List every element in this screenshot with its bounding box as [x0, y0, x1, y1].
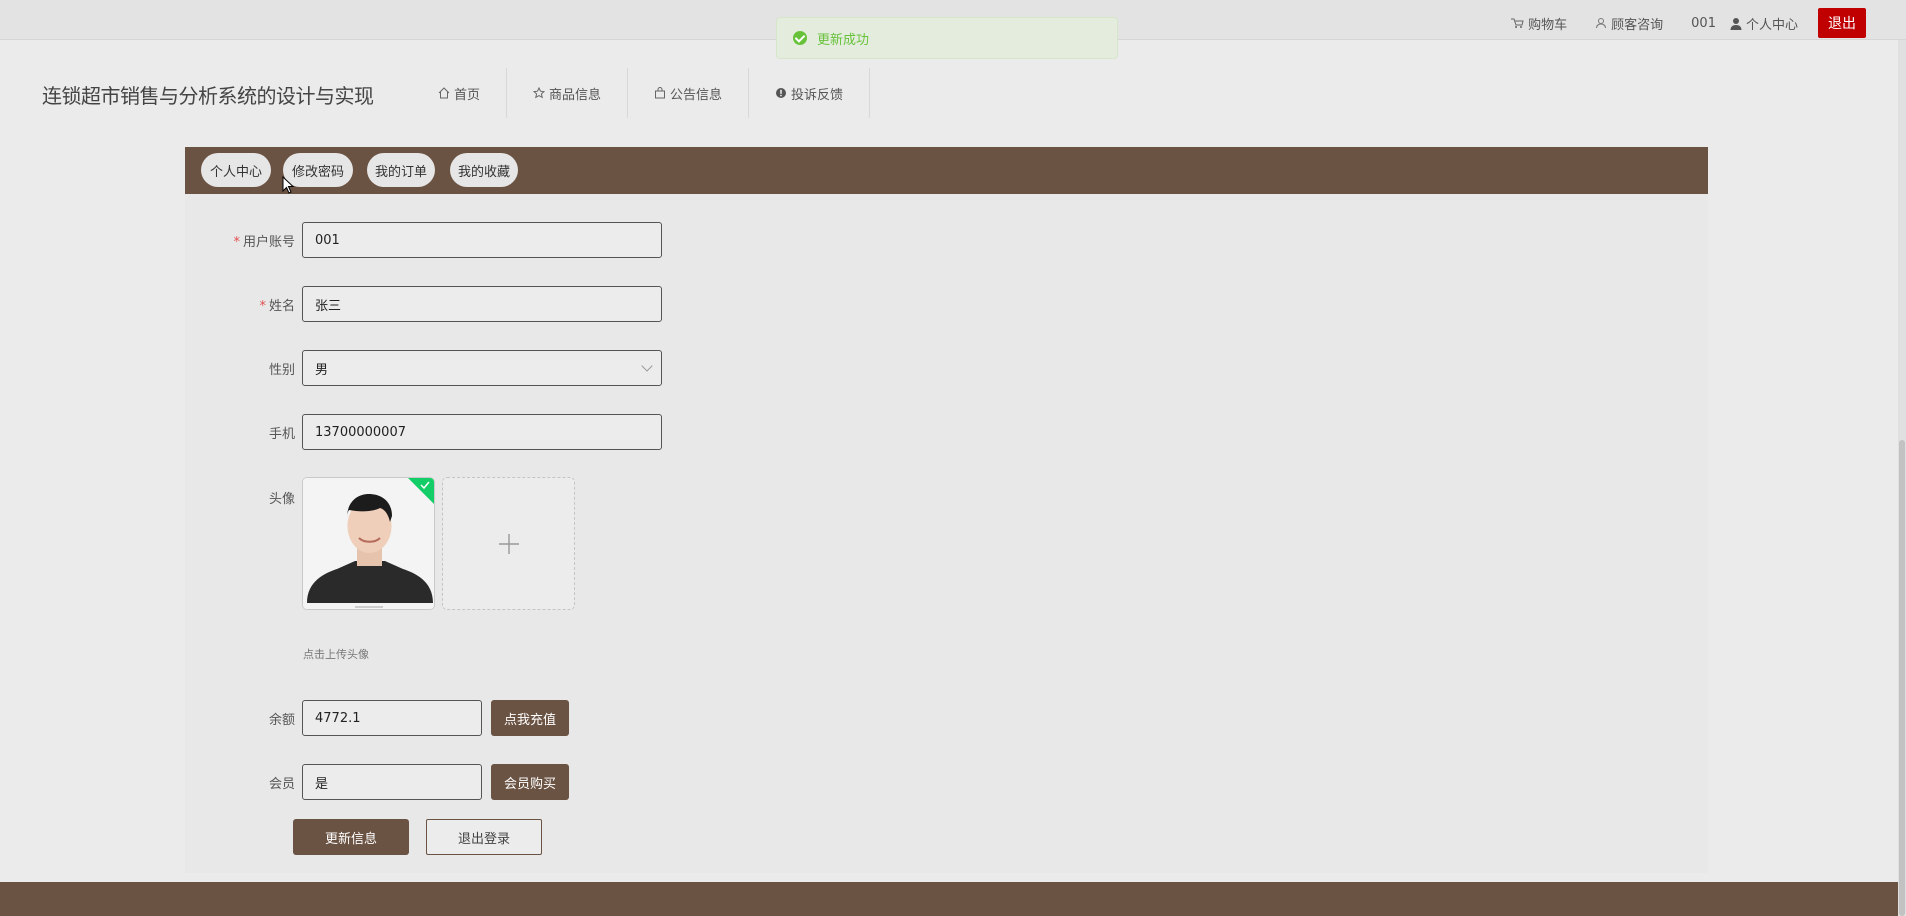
- profile-panel: 个人中心 修改密码 我的订单 我的收藏 * 用户账号 001 * 姓名 张三 性别 …: [185, 147, 1708, 873]
- user-center-link[interactable]: 个人中心: [1730, 11, 1798, 35]
- home-icon: [438, 87, 450, 99]
- footer-bar: [0, 882, 1906, 916]
- avatar-label: 头像: [268, 492, 295, 507]
- tab-my-orders[interactable]: 我的订单: [367, 153, 435, 187]
- gender-value: 男: [315, 362, 329, 378]
- name-value: 张三: [315, 298, 342, 314]
- site-title: 连锁超市销售与分析系统的设计与实现: [42, 84, 374, 108]
- tab-profile[interactable]: 个人中心: [201, 153, 271, 187]
- nav-label: 商品信息: [549, 87, 602, 103]
- balance-label: 余额: [268, 713, 295, 728]
- member-input[interactable]: 是: [302, 764, 482, 800]
- account-value: 001: [315, 232, 340, 248]
- service-label: 顾客咨询: [1611, 17, 1664, 33]
- required-mark: *: [259, 299, 266, 314]
- account-label: * 用户账号: [205, 231, 295, 250]
- mouse-cursor-icon: [282, 176, 294, 194]
- cart-link[interactable]: 购物车: [1510, 11, 1567, 35]
- nav-item-products[interactable]: 商品信息: [507, 68, 629, 118]
- scrollbar-thumb[interactable]: [1899, 440, 1905, 916]
- recharge-button[interactable]: 点我充值: [491, 700, 569, 736]
- gender-label: 性别: [268, 363, 295, 378]
- avatar-upload-button[interactable]: [442, 477, 575, 610]
- balance-input[interactable]: 4772.1: [302, 700, 482, 736]
- chevron-down-icon: [641, 360, 653, 372]
- avatar-hint: 点击上传头像: [303, 648, 369, 661]
- top-links: 购物车 顾客咨询 001 个人中心 退出: [1482, 8, 1866, 38]
- user-outline-icon: [1596, 18, 1607, 29]
- buy-membership-button[interactable]: 会员购买: [491, 764, 569, 800]
- required-mark: *: [233, 235, 240, 250]
- phone-label: 手机: [268, 427, 295, 442]
- profile-tab-bar: 个人中心 修改密码 我的订单 我的收藏: [185, 147, 1708, 194]
- account-input[interactable]: 001: [302, 222, 662, 258]
- avatar-thumbnail[interactable]: [302, 477, 435, 610]
- balance-value: 4772.1: [315, 710, 361, 726]
- phone-input[interactable]: 13700000007: [302, 414, 662, 450]
- nav-item-notices[interactable]: 公告信息: [628, 68, 750, 118]
- main-nav: 首页 商品信息 公告信息 投诉反馈: [412, 68, 871, 118]
- nav-label: 首页: [454, 87, 481, 103]
- check-circle-icon: [793, 31, 807, 45]
- bag-icon: [655, 87, 666, 99]
- nav-item-home[interactable]: 首页: [412, 68, 508, 118]
- upload-success-corner-icon: [408, 478, 434, 504]
- success-toast: 更新成功: [776, 17, 1118, 59]
- member-label: 会员: [268, 777, 295, 792]
- logout-button[interactable]: 退出登录: [426, 819, 542, 855]
- name-label: * 姓名: [205, 295, 295, 314]
- tab-my-favorites[interactable]: 我的收藏: [450, 153, 518, 187]
- name-input[interactable]: 张三: [302, 286, 662, 322]
- member-value: 是: [315, 776, 329, 792]
- update-info-button[interactable]: 更新信息: [293, 819, 409, 855]
- username-text: 001: [1691, 11, 1716, 35]
- username-label: 001: [1691, 15, 1716, 31]
- service-link[interactable]: 顾客咨询: [1595, 11, 1663, 35]
- toast-message: 更新成功: [817, 32, 870, 48]
- account-label-text: 用户账号: [242, 235, 295, 250]
- user-icon: [1730, 17, 1742, 30]
- cart-label: 购物车: [1528, 17, 1568, 33]
- name-label-text: 姓名: [268, 299, 295, 314]
- nav-item-feedback[interactable]: 投诉反馈: [749, 68, 871, 118]
- phone-value: 13700000007: [315, 424, 406, 440]
- plus-icon: [498, 533, 519, 554]
- nav-label: 投诉反馈: [791, 87, 844, 103]
- logout-top-button[interactable]: 退出: [1818, 8, 1866, 38]
- gender-select[interactable]: 男: [302, 350, 662, 386]
- star-icon: [533, 87, 546, 99]
- alert-icon: [776, 88, 787, 98]
- cart-icon: [1511, 18, 1524, 28]
- nav-label: 公告信息: [670, 87, 723, 103]
- user-center-label: 个人中心: [1745, 17, 1798, 33]
